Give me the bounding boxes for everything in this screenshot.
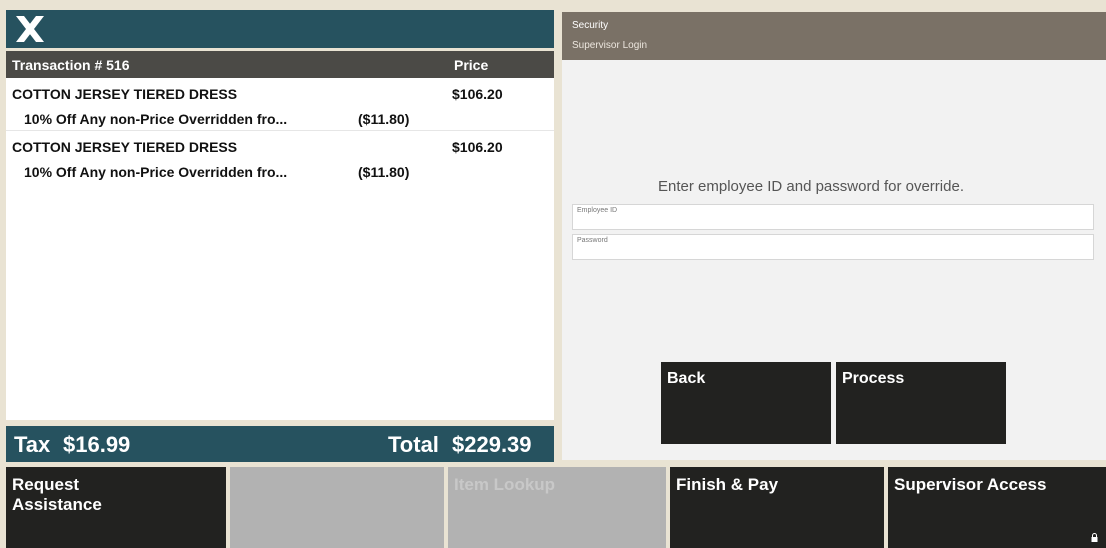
security-title: Security <box>572 20 609 31</box>
password-input[interactable] <box>577 246 1087 258</box>
item-lookup-button: Item Lookup <box>448 467 666 548</box>
employee-id-input[interactable] <box>577 216 1087 228</box>
transaction-header: Transaction # 516 Price <box>6 51 554 78</box>
request-assistance-button[interactable]: Request Assistance <box>6 467 226 548</box>
process-button-label: Process <box>842 370 905 387</box>
employee-id-label: Employee ID <box>577 207 618 214</box>
security-header: Security Supervisor Login <box>562 12 1106 60</box>
list-item[interactable]: COTTON JERSEY TIERED DRESS $106.20 10% O… <box>6 78 554 131</box>
item-name: COTTON JERSEY TIERED DRESS <box>12 139 238 155</box>
back-button[interactable]: Back <box>661 362 831 444</box>
item-discount-amount: ($11.80) <box>358 111 410 127</box>
supervisor-access-label: Supervisor Access <box>894 475 1047 494</box>
item-lookup-label: Item Lookup <box>454 475 556 494</box>
logo-bar <box>6 10 554 48</box>
item-price: $106.20 <box>452 86 503 102</box>
price-column-header: Price <box>454 57 489 73</box>
total-value: $229.39 <box>452 432 532 457</box>
bottom-action-bar: Request Assistance Item Lookup Finish & … <box>0 467 1106 548</box>
x-logo-icon <box>16 16 44 42</box>
transaction-panel: Transaction # 516 Price COTTON JERSEY TI… <box>6 10 554 462</box>
security-panel: Security Supervisor Login Enter employee… <box>562 12 1106 460</box>
list-item[interactable]: COTTON JERSEY TIERED DRESS $106.20 10% O… <box>6 131 554 184</box>
request-assistance-label: Request Assistance <box>12 475 102 514</box>
item-discount-amount: ($11.80) <box>358 164 410 180</box>
item-discount: 10% Off Any non-Price Overridden fro... <box>24 164 288 180</box>
item-discount: 10% Off Any non-Price Overridden fro... <box>24 111 288 127</box>
back-button-label: Back <box>667 370 706 387</box>
tax-label: Tax <box>14 432 51 457</box>
items-list: COTTON JERSEY TIERED DRESS $106.20 10% O… <box>6 78 554 420</box>
password-label: Password <box>577 237 608 244</box>
tax-value: $16.99 <box>63 432 131 457</box>
blank-button <box>230 467 444 548</box>
supervisor-access-button[interactable]: Supervisor Access <box>888 467 1106 548</box>
employee-id-field[interactable]: Employee ID <box>572 204 1094 230</box>
process-button[interactable]: Process <box>836 362 1006 444</box>
login-prompt: Enter employee ID and password for overr… <box>658 178 964 195</box>
finish-pay-button[interactable]: Finish & Pay <box>670 467 884 548</box>
transaction-title: Transaction # 516 <box>12 57 130 73</box>
item-name: COTTON JERSEY TIERED DRESS <box>12 86 238 102</box>
totals-bar: Tax $16.99 Total $229.39 <box>6 426 554 462</box>
total-label: Total <box>388 432 439 457</box>
finish-pay-label: Finish & Pay <box>676 475 779 494</box>
password-field[interactable]: Password <box>572 234 1094 260</box>
security-subtitle: Supervisor Login <box>572 40 648 51</box>
item-price: $106.20 <box>452 139 503 155</box>
lock-icon <box>1091 533 1098 542</box>
